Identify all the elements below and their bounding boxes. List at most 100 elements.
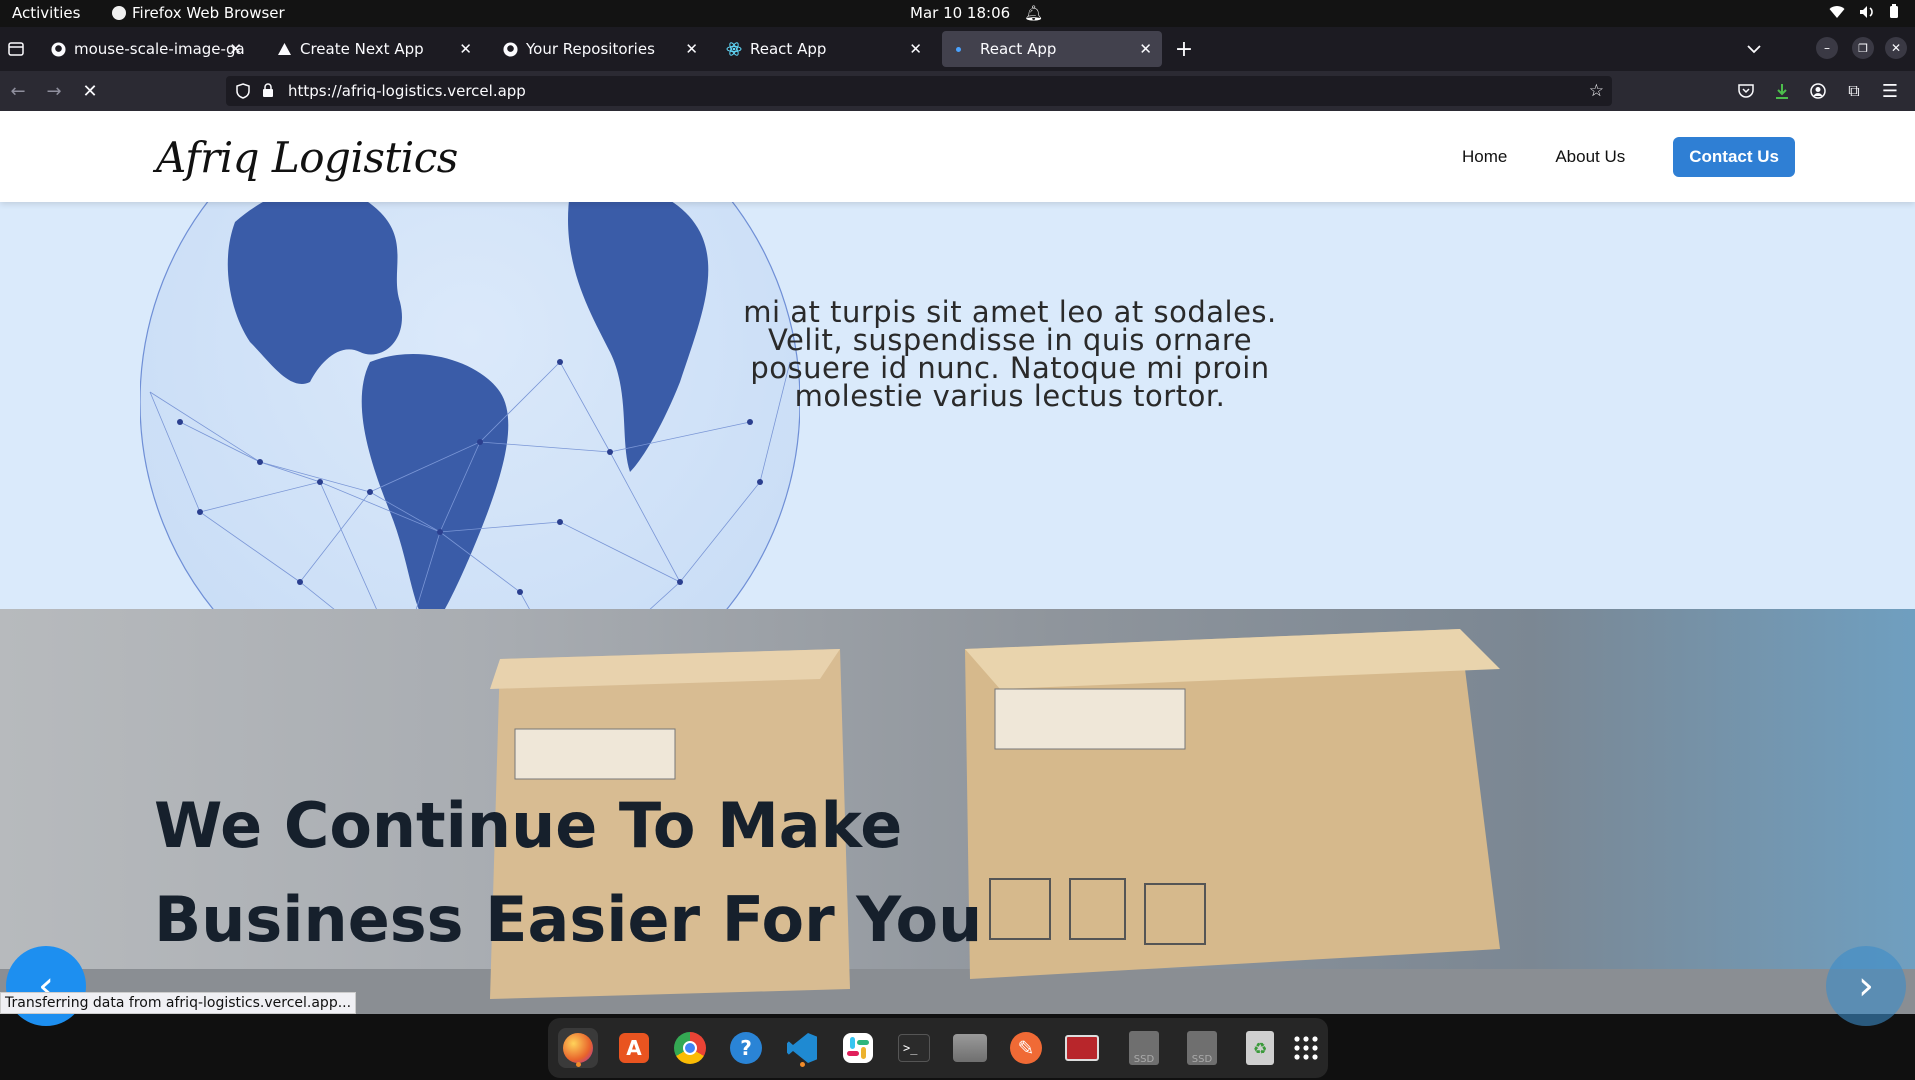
tab-title: Your Repositories — [526, 40, 655, 58]
tab-react-app-1[interactable]: React App ✕ — [718, 31, 932, 67]
close-icon[interactable]: ✕ — [685, 40, 698, 58]
tab-mouse-scale-gallery[interactable]: mouse-scale-image-galle ✕ — [42, 31, 252, 67]
wifi-icon — [1829, 5, 1845, 23]
banner-heading-line-2: Business Easier For You — [154, 883, 983, 956]
site-nav: Home About Us Contact Us — [1462, 137, 1795, 177]
tab-react-app-active[interactable]: React App ✕ — [942, 31, 1162, 67]
hamburger-menu-icon[interactable]: ☰ — [1878, 79, 1902, 103]
github-icon — [50, 41, 66, 57]
chevron-right-icon: › — [1858, 963, 1874, 1009]
close-icon[interactable]: ✕ — [909, 40, 922, 58]
site-logo[interactable]: Afriq Logistics — [156, 133, 458, 182]
screen-recorder-icon — [1065, 1035, 1099, 1061]
forward-arrow-icon[interactable]: → — [42, 79, 66, 103]
new-tab-button[interactable]: + — [1172, 37, 1196, 62]
dock-draw[interactable]: ✎ — [1006, 1028, 1046, 1068]
tab-strip: mouse-scale-image-galle ✕ Create Next Ap… — [0, 27, 1915, 71]
system-top-bar: Activities Firefox Web Browser Mar 10 18… — [0, 0, 1915, 27]
tab-title: React App — [750, 40, 827, 58]
tab-your-repositories[interactable]: Your Repositories ✕ — [494, 31, 708, 67]
dock-firefox[interactable] — [558, 1028, 598, 1068]
back-arrow-icon[interactable]: ← — [6, 79, 30, 103]
banner-heading-line-1: We Continue To Make — [154, 789, 903, 862]
tab-title: Create Next App — [300, 40, 424, 58]
dock-files[interactable] — [950, 1028, 990, 1068]
dock-app-store[interactable]: A — [614, 1028, 654, 1068]
volume-icon — [1859, 5, 1875, 23]
trash-icon: ♻ — [1246, 1031, 1274, 1065]
lock-icon[interactable] — [262, 83, 274, 102]
github-icon — [502, 41, 518, 57]
account-icon[interactable] — [1806, 79, 1830, 103]
dock-ssd-2[interactable]: SSD — [1182, 1028, 1222, 1068]
close-icon[interactable]: ✕ — [459, 40, 472, 58]
vscode-icon — [787, 1033, 817, 1063]
nav-home-link[interactable]: Home — [1462, 147, 1507, 167]
battery-icon — [1889, 4, 1899, 23]
pocket-icon[interactable] — [1734, 79, 1758, 103]
navigation-toolbar: ← → ✕ https://afriq-logistics.vercel.app… — [0, 71, 1915, 111]
nav-about-link[interactable]: About Us — [1555, 147, 1625, 167]
date-time: Mar 10 18:06 — [910, 4, 1011, 22]
tracking-protection-shield-icon[interactable] — [236, 83, 250, 103]
ssd-label: SSD — [1133, 1054, 1155, 1065]
tab-create-next-app[interactable]: Create Next App ✕ — [268, 31, 482, 67]
hero-section: mi at turpis sit amet leo at sodales. Ve… — [0, 111, 1915, 733]
app-menu[interactable]: Firefox Web Browser — [112, 4, 285, 22]
extensions-icon[interactable]: ⧉ — [1842, 79, 1866, 103]
bookmark-star-icon[interactable]: ☆ — [1589, 81, 1604, 101]
dock-show-apps[interactable] — [1286, 1028, 1326, 1068]
hero-paragraph: mi at turpis sit amet leo at sodales. Ve… — [743, 295, 1277, 413]
hero-banner: We Continue To Make Business Easier For … — [0, 609, 1915, 1014]
activities-button[interactable]: Activities — [12, 4, 80, 22]
react-icon — [726, 41, 742, 57]
close-icon[interactable]: ✕ — [229, 40, 242, 58]
minimize-button[interactable]: – — [1816, 37, 1838, 59]
dock-screen-recorder[interactable] — [1062, 1028, 1102, 1068]
site-header: Afriq Logistics Home About Us Contact Us — [0, 111, 1915, 202]
list-all-tabs-icon[interactable] — [1742, 37, 1766, 61]
dock-terminal[interactable]: >_ — [894, 1028, 934, 1068]
dock-trash[interactable]: ♻ — [1240, 1028, 1280, 1068]
carousel-next-button[interactable]: › — [1826, 946, 1906, 1026]
tab-title: mouse-scale-image-galle — [74, 40, 244, 58]
banner-heading: We Continue To Make Business Easier For … — [154, 779, 982, 967]
downloads-icon[interactable] — [1770, 79, 1794, 103]
terminal-icon: >_ — [898, 1034, 930, 1062]
loading-dot-icon — [950, 41, 966, 57]
firefox-icon — [112, 6, 126, 20]
firefox-icon — [563, 1033, 593, 1063]
slack-icon — [843, 1033, 873, 1063]
dock-help[interactable]: ? — [726, 1028, 766, 1068]
dock-chrome[interactable] — [670, 1028, 710, 1068]
system-tray[interactable] — [1829, 4, 1899, 23]
app-menu-label: Firefox Web Browser — [132, 4, 285, 22]
app-grid-icon — [1294, 1036, 1318, 1060]
draw-icon: ✎ — [1010, 1032, 1042, 1064]
url-bar[interactable]: https://afriq-logistics.vercel.app ☆ — [226, 76, 1612, 106]
help-icon: ? — [730, 1032, 762, 1064]
clock[interactable]: Mar 10 18:06 🔔︎ — [910, 4, 1043, 22]
firefox-view-icon[interactable] — [4, 37, 28, 61]
files-icon — [953, 1034, 987, 1062]
ssd-label: SSD — [1191, 1054, 1213, 1065]
vercel-icon — [276, 41, 292, 57]
ssd-drive-icon: SSD — [1187, 1031, 1217, 1065]
dock-vscode[interactable] — [782, 1028, 822, 1068]
maximize-button[interactable]: ❐ — [1852, 37, 1874, 59]
tab-title: React App — [980, 40, 1057, 58]
close-window-button[interactable]: ✕ — [1885, 37, 1907, 59]
app-store-icon: A — [619, 1033, 649, 1063]
chrome-icon — [674, 1032, 706, 1064]
dock-slack[interactable] — [838, 1028, 878, 1068]
stop-loading-icon[interactable]: ✕ — [78, 79, 102, 103]
dock: A ? >_ ✎ SSD SSD ♻ — [548, 1018, 1328, 1078]
status-bar: Transferring data from afriq-logistics.v… — [0, 992, 357, 1014]
contact-us-button[interactable]: Contact Us — [1673, 137, 1795, 177]
dock-ssd-1[interactable]: SSD — [1124, 1028, 1164, 1068]
url-text: https://afriq-logistics.vercel.app — [288, 82, 526, 100]
ssd-drive-icon: SSD — [1129, 1031, 1159, 1065]
web-page: Afriq Logistics Home About Us Contact Us — [0, 111, 1915, 1014]
close-icon[interactable]: ✕ — [1139, 40, 1152, 58]
carousel-prev-button[interactable]: ‹ — [6, 946, 86, 1026]
